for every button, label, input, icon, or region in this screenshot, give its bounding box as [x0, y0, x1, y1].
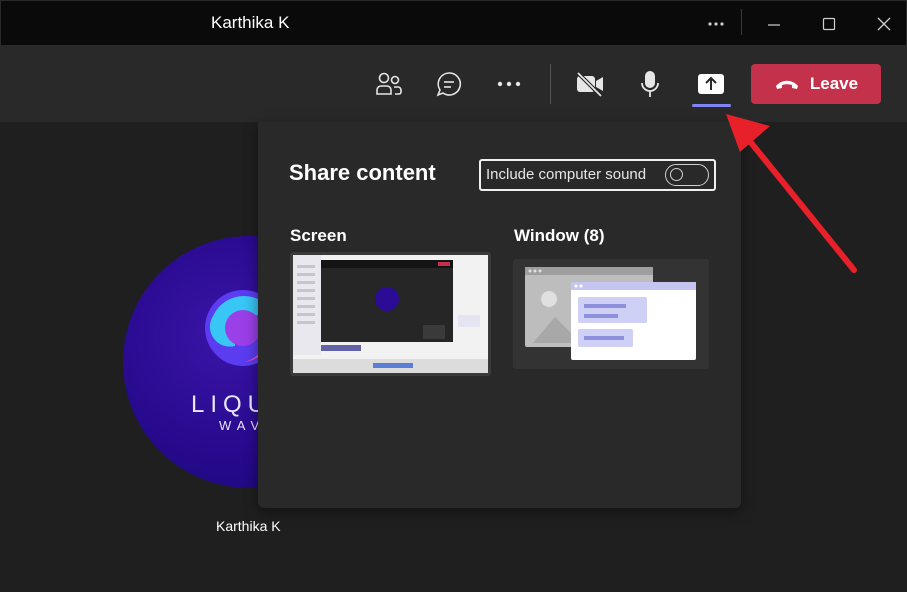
share-screen-icon [698, 74, 724, 94]
window-section-label: Window (8) [514, 226, 605, 245]
share-content-panel: Share content Include computer sound Scr… [258, 122, 741, 508]
screen-section-label: Screen [290, 226, 347, 245]
microphone-icon [641, 71, 659, 97]
microphone-button[interactable] [628, 46, 672, 122]
phone-hangup-icon [775, 80, 798, 89]
camera-button[interactable] [568, 46, 612, 122]
more-actions-button[interactable] [487, 46, 531, 122]
window-illustration [525, 267, 696, 360]
leave-label: Leave [809, 74, 859, 93]
ellipsis-icon [497, 81, 521, 87]
people-button[interactable] [367, 46, 411, 122]
toggle-knob [670, 168, 683, 181]
screen-option[interactable] [290, 252, 491, 376]
chat-icon [436, 72, 462, 97]
ellipsis-icon [708, 22, 724, 26]
toolbar-separator [550, 64, 551, 104]
minimize-icon [768, 24, 780, 26]
window-option[interactable] [513, 259, 709, 369]
annotation-arrow-icon [726, 114, 857, 273]
chat-button[interactable] [427, 46, 471, 122]
participant-name: Karthika K [216, 518, 281, 534]
leave-button[interactable]: Leave [751, 64, 881, 104]
people-icon [376, 72, 402, 95]
window-title: Karthika K [211, 13, 290, 32]
minimize-button[interactable] [749, 1, 799, 47]
maximize-icon [822, 17, 836, 31]
close-button[interactable] [859, 1, 907, 47]
panel-title: Share content [289, 160, 436, 185]
include-sound-toggle-box[interactable]: Include computer sound [479, 159, 716, 191]
include-sound-label: Include computer sound [486, 166, 647, 183]
maximize-button[interactable] [804, 1, 854, 47]
close-icon [877, 17, 891, 31]
more-options-button[interactable] [691, 1, 741, 47]
screen-thumbnail [293, 255, 488, 373]
include-sound-toggle[interactable] [665, 164, 709, 186]
title-divider [741, 9, 742, 35]
title-bar: Karthika K [0, 0, 907, 46]
camera-off-icon [576, 71, 603, 97]
active-indicator [692, 104, 731, 107]
